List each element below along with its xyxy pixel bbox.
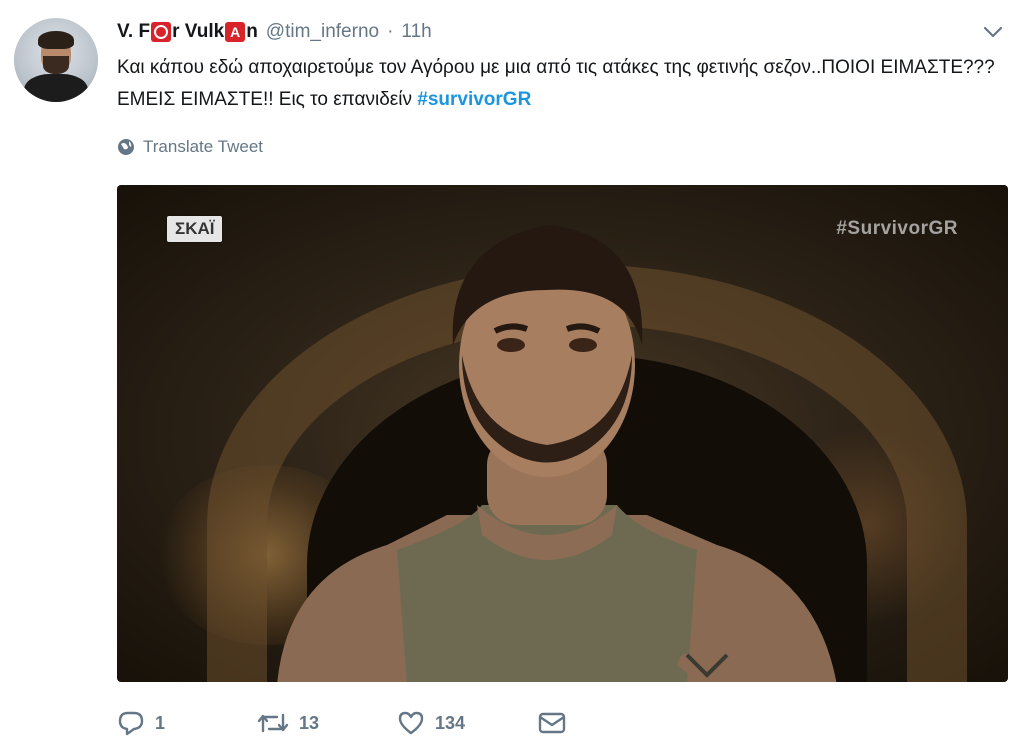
tweet-text-body: Και κάπου εδώ αποχαιρετούμε τον Αγόρου μ… [117,57,995,110]
retweet-button[interactable]: 13 [257,711,397,735]
author-name-part-3: n [246,21,258,42]
message-icon [538,712,566,734]
tweet-actions: 1 13 134 [117,706,567,740]
avatar[interactable] [14,18,98,102]
retweet-count: 13 [299,712,320,733]
retweet-icon [257,713,289,733]
translate-tweet-link[interactable]: Translate Tweet [117,137,263,157]
translate-label: Translate Tweet [143,137,264,156]
heart-icon [398,711,424,735]
tweet-timestamp[interactable]: 11h [401,21,431,43]
author-name-part-2: r Vulk [172,21,225,42]
hashtag-link[interactable]: #survivorGR [417,89,531,110]
like-button[interactable]: 134 [397,710,537,736]
contestant-figure [277,225,837,682]
like-count: 134 [435,712,466,733]
author-name[interactable]: V. F r Vulk A n [117,21,258,43]
tweet-media-image[interactable]: ΣΚΑΪ #SurvivorGR [117,185,1008,682]
reply-button[interactable]: 1 [117,710,257,736]
red-o-emoji-icon [151,22,172,42]
tweet-header: V. F r Vulk A n @tim_inferno · 11h [117,18,432,46]
author-name-part-1: V. F [117,21,151,42]
reply-icon [118,711,144,736]
red-a-emoji-icon: A [225,22,246,42]
globe-icon [118,139,134,155]
tweet-text: Και κάπου εδώ αποχαιρετούμε τον Αγόρου μ… [117,52,997,116]
reply-count: 1 [155,712,166,733]
author-handle[interactable]: @tim_inferno [266,21,379,43]
separator-dot: · [387,21,394,42]
caret-down-icon[interactable] [982,24,1004,40]
hashtag-watermark: #SurvivorGR [836,218,958,239]
channel-logo: ΣΚΑΪ [167,216,223,242]
direct-message-button[interactable] [537,711,567,735]
